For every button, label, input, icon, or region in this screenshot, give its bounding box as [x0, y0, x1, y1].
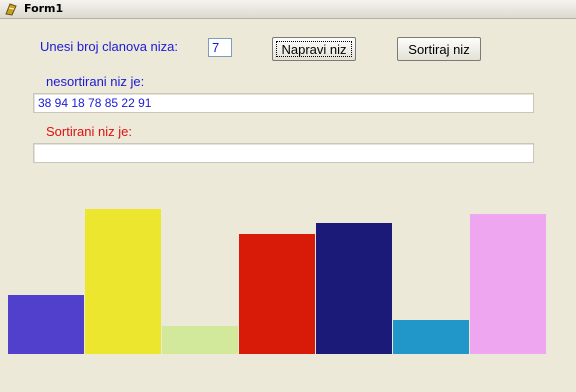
array-bar-3 [162, 326, 238, 354]
array-bar-4 [239, 234, 315, 354]
count-label: Unesi broj clanova niza: [40, 39, 179, 54]
array-bar-7 [470, 214, 546, 354]
array-bar-6 [393, 320, 469, 354]
window-title: Form1 [24, 2, 64, 15]
title-bar[interactable]: Form1 [0, 0, 576, 19]
bar-chart [0, 190, 576, 355]
form1-window: Form1 Unesi broj clanova niza: 7 Napravi… [0, 0, 576, 392]
sorted-array-field[interactable] [33, 143, 534, 163]
app-icon [5, 3, 17, 16]
array-bar-5 [316, 223, 392, 354]
array-bar-2 [85, 209, 161, 354]
sort-array-button-label: Sortiraj niz [408, 41, 470, 57]
make-array-button-label: Napravi niz [281, 41, 347, 57]
count-input[interactable]: 7 [208, 38, 232, 57]
unsorted-label: nesortirani niz je: [46, 74, 145, 89]
sort-array-button[interactable]: Sortiraj niz [397, 37, 481, 61]
sorted-label: Sortirani niz je: [46, 124, 132, 139]
make-array-button[interactable]: Napravi niz [272, 37, 356, 61]
unsorted-array-field[interactable]: 38 94 18 78 85 22 91 [33, 93, 534, 113]
array-bar-1 [8, 295, 84, 354]
